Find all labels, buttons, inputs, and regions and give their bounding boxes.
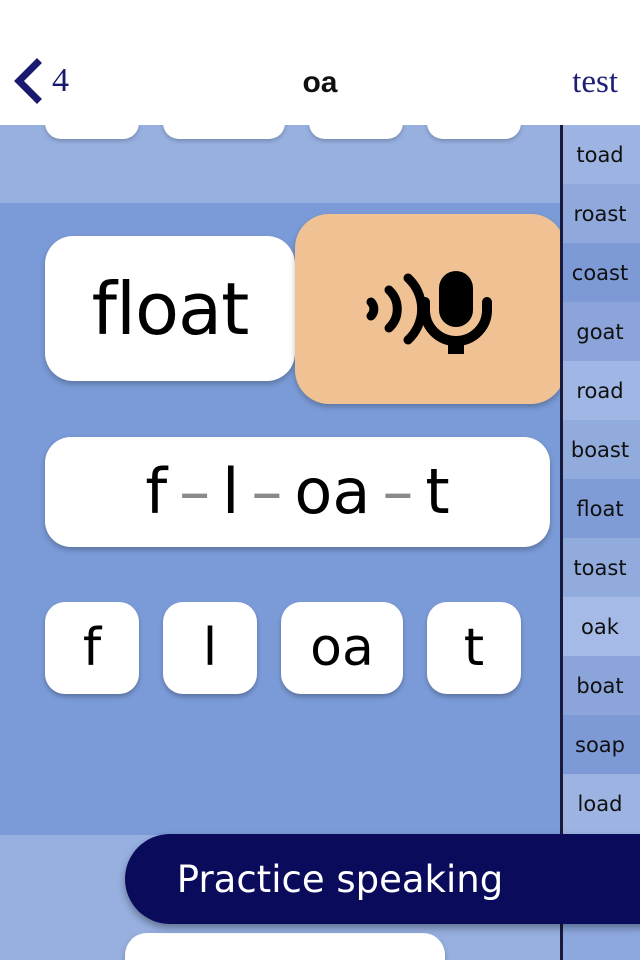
partial-tile (45, 125, 139, 139)
segment-part: f (145, 455, 168, 528)
letter-tile[interactable]: l (163, 602, 257, 694)
letter-tile[interactable]: f (45, 602, 139, 694)
test-button[interactable]: test (572, 64, 618, 101)
word-list-item[interactable]: soap (560, 715, 640, 774)
microphone-button[interactable] (295, 214, 560, 404)
word-list-item[interactable]: boast (560, 420, 640, 479)
word-list-item[interactable]: oak (560, 597, 640, 656)
letter-tile[interactable]: t (427, 602, 521, 694)
next-row-partial-card (125, 933, 445, 960)
page-title: oa (302, 66, 338, 99)
letter-tile[interactable]: oa (281, 602, 403, 694)
segment-separator: – (382, 455, 414, 528)
practice-speaking-button[interactable]: Practice speaking (125, 834, 640, 924)
partial-tile (309, 125, 403, 139)
segment-part: l (222, 455, 240, 528)
segmented-word-card[interactable]: f – l – oa – t (45, 437, 550, 547)
segment-separator: – (251, 455, 283, 528)
word-list-item[interactable]: road (560, 361, 640, 420)
word-list-item[interactable]: toad (560, 125, 640, 184)
phonics-practice-screen: float f – l – oa – t f l oa t toad roast… (0, 0, 640, 960)
word-list-item[interactable]: goat (560, 302, 640, 361)
word-list-item[interactable]: toast (560, 538, 640, 597)
word-list-item[interactable]: roast (560, 184, 640, 243)
word-list-item[interactable]: load (560, 774, 640, 833)
header-bar: 4 oa test (0, 0, 640, 125)
word-card[interactable]: float (45, 236, 295, 381)
word-and-mic-row: float (45, 214, 560, 404)
word-card-text: float (91, 266, 250, 351)
practice-speaking-label: Practice speaking (176, 857, 504, 901)
word-list-item[interactable]: float (560, 479, 640, 538)
microphone-with-soundwaves-icon (366, 271, 492, 354)
partial-tile (163, 125, 285, 139)
word-list-item[interactable]: coast (560, 243, 640, 302)
partial-tile (427, 125, 521, 139)
word-list-item[interactable]: boat (560, 656, 640, 715)
segment-part: oa (294, 455, 371, 528)
segment-separator: – (179, 455, 211, 528)
segment-part: t (425, 455, 450, 528)
letter-tiles-row: f l oa t (45, 602, 550, 694)
